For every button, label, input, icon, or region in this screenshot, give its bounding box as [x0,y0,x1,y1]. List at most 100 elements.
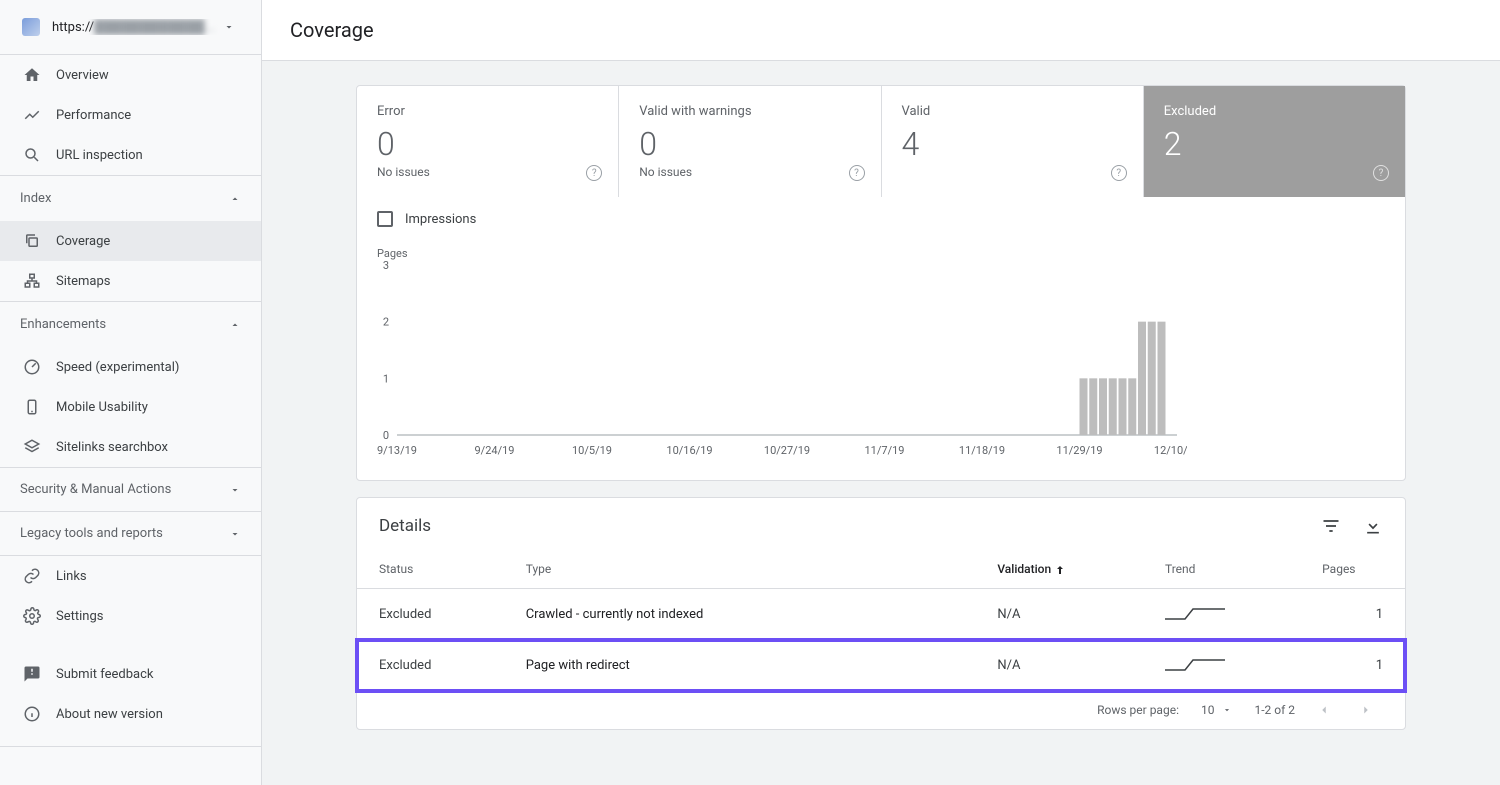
cell-status: Excluded [357,640,504,691]
nav-group-enhancements[interactable]: Enhancements [0,302,261,347]
svg-text:12/10/19: 12/10/19 [1154,444,1187,457]
stat-value: 2 [1164,125,1385,163]
help-icon[interactable]: ? [849,165,865,181]
gauge-icon [22,357,42,377]
table-row[interactable]: Excluded Crawled - currently not indexed… [357,589,1405,640]
nav-about[interactable]: About new version [0,694,261,734]
group-label: Enhancements [20,317,106,332]
col-type[interactable]: Type [504,548,976,589]
nav-overview[interactable]: Overview [0,55,261,95]
stat-sub: No issues [639,165,860,179]
nav-group-index[interactable]: Index [0,176,261,221]
nav-label: About new version [56,707,163,722]
nav-label: Performance [56,108,131,123]
nav-settings[interactable]: Settings [0,596,261,636]
svg-text:2: 2 [383,316,389,329]
stat-sub: No issues [377,165,598,179]
col-validation[interactable]: Validation [975,548,1143,589]
nav-sitelinks[interactable]: Sitelinks searchbox [0,427,261,467]
nav-label: Links [56,569,87,584]
chart: Pages 32109/13/199/24/1910/5/1910/16/191… [357,241,1405,480]
nav-speed[interactable]: Speed (experimental) [0,347,261,387]
rows-label: Rows per page: [1097,703,1179,717]
range-label: 1-2 of 2 [1254,703,1295,717]
nav-group-security[interactable]: Security & Manual Actions [0,468,261,511]
stat-tab-valid-with-warnings[interactable]: Valid with warnings 0 No issues ? [619,86,881,197]
nav-url-inspection[interactable]: URL inspection [0,135,261,175]
search-icon [22,145,42,165]
download-icon[interactable] [1363,516,1383,536]
nav-links[interactable]: Links [0,556,261,596]
globe-icon [22,18,40,36]
help-icon[interactable]: ? [1373,165,1389,181]
nav-feedback[interactable]: Submit feedback [0,654,261,694]
stat-value: 0 [377,125,598,163]
stat-label: Error [377,104,598,119]
chevron-up-icon [229,193,241,205]
table-row[interactable]: Excluded Page with redirect N/A 1 [357,640,1405,691]
svg-text:0: 0 [383,429,389,442]
stat-value: 4 [902,125,1123,163]
chart-svg: 32109/13/199/24/1910/5/1910/16/1910/27/1… [377,260,1187,460]
pagination: Rows per page: 10 1-2 of 2 [357,691,1405,729]
sitemap-icon [22,271,42,291]
property-selector[interactable]: https://████████████... [0,0,261,54]
nav-mobile[interactable]: Mobile Usability [0,387,261,427]
help-icon[interactable]: ? [586,165,602,181]
nav-label: Overview [56,68,109,83]
impressions-checkbox[interactable] [377,211,393,227]
help-icon[interactable]: ? [1111,165,1127,181]
nav-sitemaps[interactable]: Sitemaps [0,261,261,301]
stat-tab-error[interactable]: Error 0 No issues ? [357,86,619,197]
stat-value: 0 [639,125,860,163]
filter-icon[interactable] [1321,516,1341,536]
impressions-label: Impressions [405,212,476,227]
nav-coverage[interactable]: Coverage [0,221,261,261]
stat-label: Excluded [1164,104,1385,119]
nav-label: Mobile Usability [56,400,148,415]
nav-label: Sitelinks searchbox [56,440,168,455]
cell-pages: 1 [1300,640,1405,691]
copy-icon [22,231,42,251]
chevron-down-icon [223,21,241,33]
y-axis-label: Pages [377,247,1385,260]
svg-text:3: 3 [383,260,389,272]
svg-text:11/29/19: 11/29/19 [1056,444,1102,457]
stat-tab-excluded[interactable]: Excluded 2 ? [1144,86,1405,197]
next-page[interactable] [1359,703,1383,717]
stat-label: Valid [902,104,1123,119]
nav-label: Sitemaps [56,274,111,289]
feedback-icon [22,664,42,684]
group-label: Legacy tools and reports [20,526,163,541]
prev-page[interactable] [1317,703,1341,717]
svg-text:1: 1 [383,372,389,385]
page-header: Coverage [262,0,1500,61]
cell-type: Page with redirect [504,640,976,691]
nav-label: URL inspection [56,148,143,163]
svg-text:9/13/19: 9/13/19 [377,444,417,457]
home-icon [22,65,42,85]
details-table: Status Type Validation Trend Pages Exclu… [357,548,1405,691]
col-pages[interactable]: Pages [1300,548,1405,589]
property-url: https://████████████... [52,19,223,35]
nav-group-legacy[interactable]: Legacy tools and reports [0,512,261,555]
chevron-up-icon [229,319,241,331]
nav-label: Submit feedback [56,667,153,682]
details-title: Details [379,516,431,536]
cell-validation: N/A [975,589,1143,640]
svg-text:9/24/19: 9/24/19 [475,444,515,457]
col-status[interactable]: Status [357,548,504,589]
cell-type: Crawled - currently not indexed [504,589,976,640]
group-label: Index [20,191,51,206]
stat-tab-valid[interactable]: Valid 4 ? [882,86,1144,197]
svg-text:11/18/19: 11/18/19 [959,444,1005,457]
nav-performance[interactable]: Performance [0,95,261,135]
chevron-down-icon [229,528,241,540]
link-icon [22,566,42,586]
sidebar: https://████████████... Overview Perform… [0,0,262,785]
stat-label: Valid with warnings [639,104,860,119]
col-trend[interactable]: Trend [1143,548,1300,589]
rows-select[interactable]: 10 [1201,703,1233,717]
nav-label: Settings [56,609,103,624]
mobile-icon [22,397,42,417]
